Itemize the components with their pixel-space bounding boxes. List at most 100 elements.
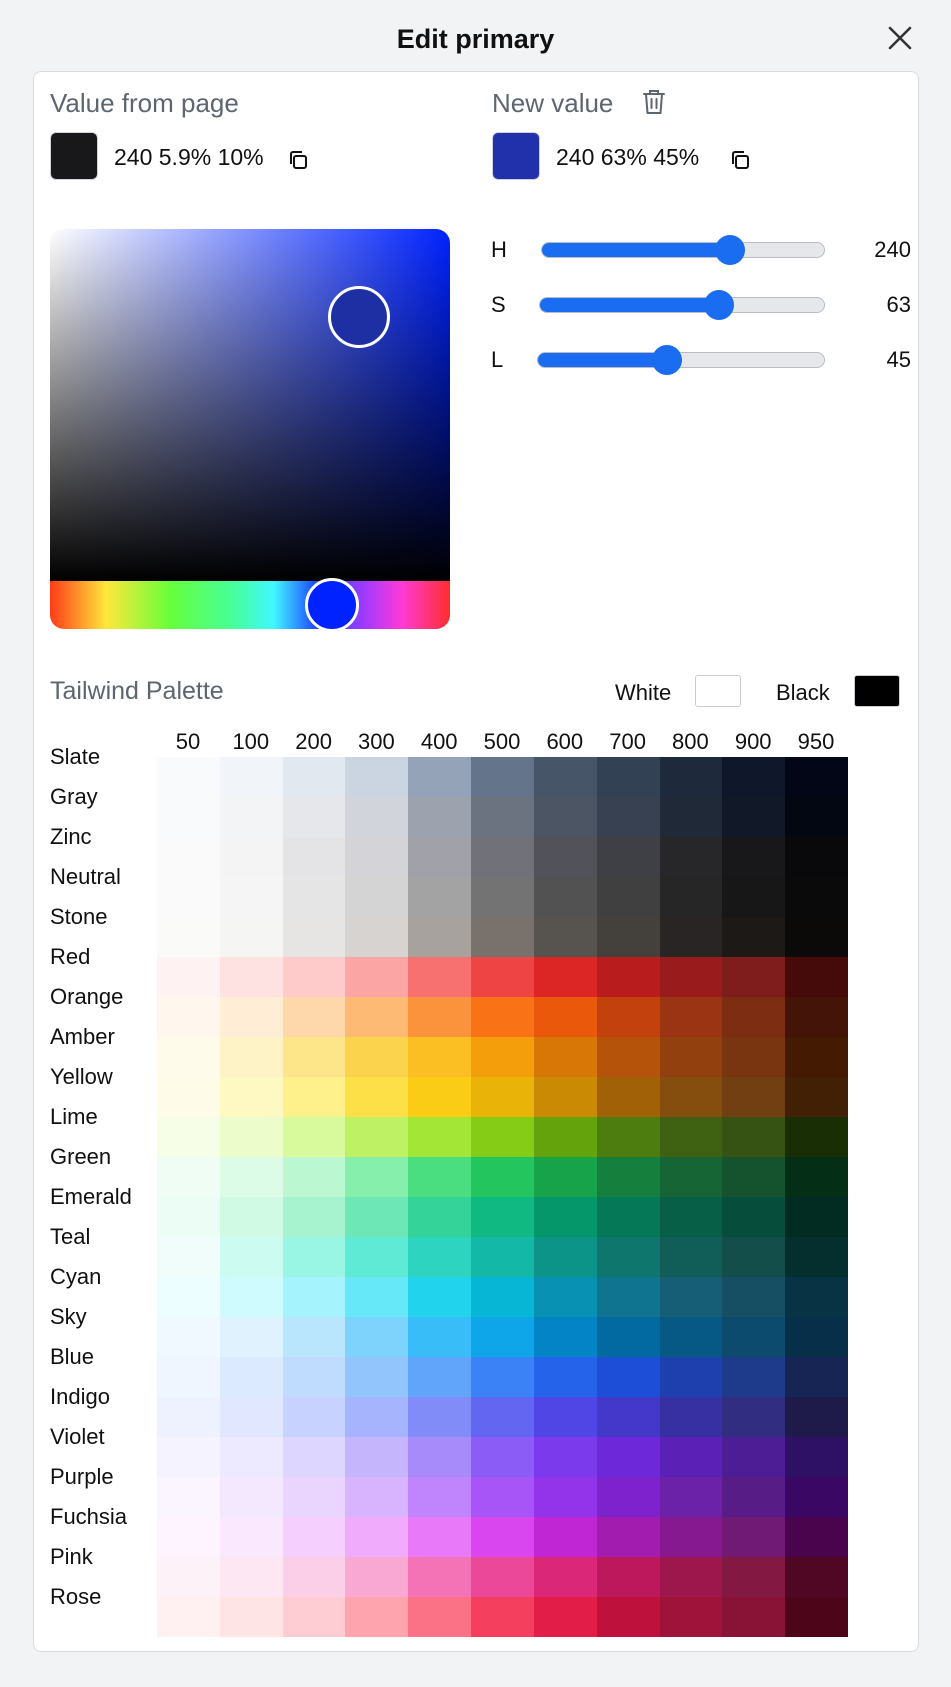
palette-swatch-zinc-500[interactable] (471, 837, 534, 877)
palette-swatch-yellow-800[interactable] (659, 1077, 723, 1117)
palette-swatch-stone-900[interactable] (722, 917, 786, 957)
slider-thumb[interactable] (651, 345, 682, 375)
palette-swatch-zinc-300[interactable] (345, 837, 409, 877)
palette-swatch-stone-950[interactable] (785, 917, 848, 957)
palette-swatch-slate-400[interactable] (408, 757, 472, 797)
palette-swatch-blue-200[interactable] (282, 1357, 346, 1397)
copy-from-page-button[interactable] (286, 148, 310, 177)
palette-swatch-amber-200[interactable] (282, 1037, 346, 1077)
palette-swatch-neutral-500[interactable] (471, 877, 534, 917)
palette-swatch-indigo-400[interactable] (408, 1397, 472, 1437)
white-swatch[interactable] (695, 675, 741, 707)
palette-swatch-cyan-950[interactable] (785, 1277, 848, 1317)
palette-swatch-emerald-300[interactable] (345, 1197, 409, 1237)
palette-swatch-gray-950[interactable] (785, 797, 848, 837)
palette-swatch-teal-400[interactable] (408, 1237, 472, 1277)
palette-swatch-amber-600[interactable] (533, 1037, 597, 1077)
palette-swatch-rose-800[interactable] (659, 1597, 723, 1637)
palette-swatch-violet-200[interactable] (282, 1437, 346, 1477)
palette-swatch-teal-100[interactable] (219, 1237, 283, 1277)
palette-swatch-neutral-300[interactable] (345, 877, 409, 917)
palette-swatch-orange-50[interactable] (157, 997, 220, 1037)
palette-swatch-green-600[interactable] (533, 1157, 597, 1197)
palette-swatch-pink-950[interactable] (785, 1557, 848, 1597)
palette-swatch-purple-900[interactable] (722, 1477, 786, 1517)
palette-swatch-fuchsia-200[interactable] (282, 1517, 346, 1557)
palette-swatch-slate-800[interactable] (659, 757, 723, 797)
palette-swatch-indigo-900[interactable] (722, 1397, 786, 1437)
palette-swatch-sky-600[interactable] (533, 1317, 597, 1357)
palette-swatch-zinc-200[interactable] (282, 837, 346, 877)
palette-swatch-emerald-500[interactable] (471, 1197, 534, 1237)
saturation-value-handle[interactable] (328, 286, 390, 348)
palette-swatch-green-200[interactable] (282, 1157, 346, 1197)
palette-swatch-orange-700[interactable] (596, 997, 660, 1037)
palette-swatch-indigo-200[interactable] (282, 1397, 346, 1437)
palette-swatch-rose-950[interactable] (785, 1597, 848, 1637)
palette-swatch-cyan-800[interactable] (659, 1277, 723, 1317)
palette-swatch-fuchsia-400[interactable] (408, 1517, 472, 1557)
palette-swatch-violet-950[interactable] (785, 1437, 848, 1477)
palette-swatch-violet-900[interactable] (722, 1437, 786, 1477)
palette-swatch-pink-900[interactable] (722, 1557, 786, 1597)
palette-swatch-pink-200[interactable] (282, 1557, 346, 1597)
palette-swatch-rose-100[interactable] (219, 1597, 283, 1637)
palette-swatch-lime-900[interactable] (722, 1117, 786, 1157)
palette-swatch-green-500[interactable] (471, 1157, 534, 1197)
palette-swatch-fuchsia-950[interactable] (785, 1517, 848, 1557)
palette-swatch-blue-900[interactable] (722, 1357, 786, 1397)
palette-swatch-yellow-950[interactable] (785, 1077, 848, 1117)
palette-swatch-slate-900[interactable] (722, 757, 786, 797)
palette-swatch-emerald-400[interactable] (408, 1197, 472, 1237)
palette-swatch-indigo-50[interactable] (157, 1397, 220, 1437)
palette-swatch-red-700[interactable] (596, 957, 660, 997)
palette-swatch-sky-700[interactable] (596, 1317, 660, 1357)
palette-swatch-lime-300[interactable] (345, 1117, 409, 1157)
palette-swatch-indigo-700[interactable] (596, 1397, 660, 1437)
palette-swatch-rose-400[interactable] (408, 1597, 472, 1637)
palette-swatch-purple-700[interactable] (596, 1477, 660, 1517)
palette-swatch-pink-600[interactable] (533, 1557, 597, 1597)
palette-swatch-lime-700[interactable] (596, 1117, 660, 1157)
palette-swatch-yellow-900[interactable] (722, 1077, 786, 1117)
palette-swatch-red-800[interactable] (659, 957, 723, 997)
palette-swatch-violet-500[interactable] (471, 1437, 534, 1477)
palette-swatch-zinc-50[interactable] (157, 837, 220, 877)
palette-swatch-emerald-700[interactable] (596, 1197, 660, 1237)
palette-swatch-slate-50[interactable] (157, 757, 220, 797)
palette-swatch-zinc-400[interactable] (408, 837, 472, 877)
palette-swatch-neutral-200[interactable] (282, 877, 346, 917)
palette-swatch-rose-500[interactable] (471, 1597, 534, 1637)
palette-swatch-stone-200[interactable] (282, 917, 346, 957)
palette-swatch-indigo-950[interactable] (785, 1397, 848, 1437)
palette-swatch-blue-50[interactable] (157, 1357, 220, 1397)
palette-swatch-violet-300[interactable] (345, 1437, 409, 1477)
palette-swatch-lime-50[interactable] (157, 1117, 220, 1157)
palette-swatch-lime-600[interactable] (533, 1117, 597, 1157)
palette-swatch-rose-200[interactable] (282, 1597, 346, 1637)
black-swatch[interactable] (854, 675, 900, 707)
palette-swatch-blue-950[interactable] (785, 1357, 848, 1397)
palette-swatch-teal-300[interactable] (345, 1237, 409, 1277)
palette-swatch-teal-700[interactable] (596, 1237, 660, 1277)
palette-swatch-red-950[interactable] (785, 957, 848, 997)
palette-swatch-stone-400[interactable] (408, 917, 472, 957)
palette-swatch-sky-950[interactable] (785, 1317, 848, 1357)
palette-swatch-sky-900[interactable] (722, 1317, 786, 1357)
palette-swatch-yellow-100[interactable] (219, 1077, 283, 1117)
palette-swatch-indigo-100[interactable] (219, 1397, 283, 1437)
palette-swatch-slate-300[interactable] (345, 757, 409, 797)
palette-swatch-amber-300[interactable] (345, 1037, 409, 1077)
palette-swatch-neutral-50[interactable] (157, 877, 220, 917)
palette-swatch-purple-500[interactable] (471, 1477, 534, 1517)
palette-swatch-green-100[interactable] (219, 1157, 283, 1197)
palette-swatch-amber-50[interactable] (157, 1037, 220, 1077)
palette-swatch-rose-50[interactable] (157, 1597, 220, 1637)
palette-swatch-sky-400[interactable] (408, 1317, 472, 1357)
palette-swatch-teal-600[interactable] (533, 1237, 597, 1277)
palette-swatch-stone-100[interactable] (219, 917, 283, 957)
palette-swatch-purple-400[interactable] (408, 1477, 472, 1517)
palette-swatch-purple-600[interactable] (533, 1477, 597, 1517)
palette-swatch-lime-800[interactable] (659, 1117, 723, 1157)
palette-swatch-fuchsia-50[interactable] (157, 1517, 220, 1557)
